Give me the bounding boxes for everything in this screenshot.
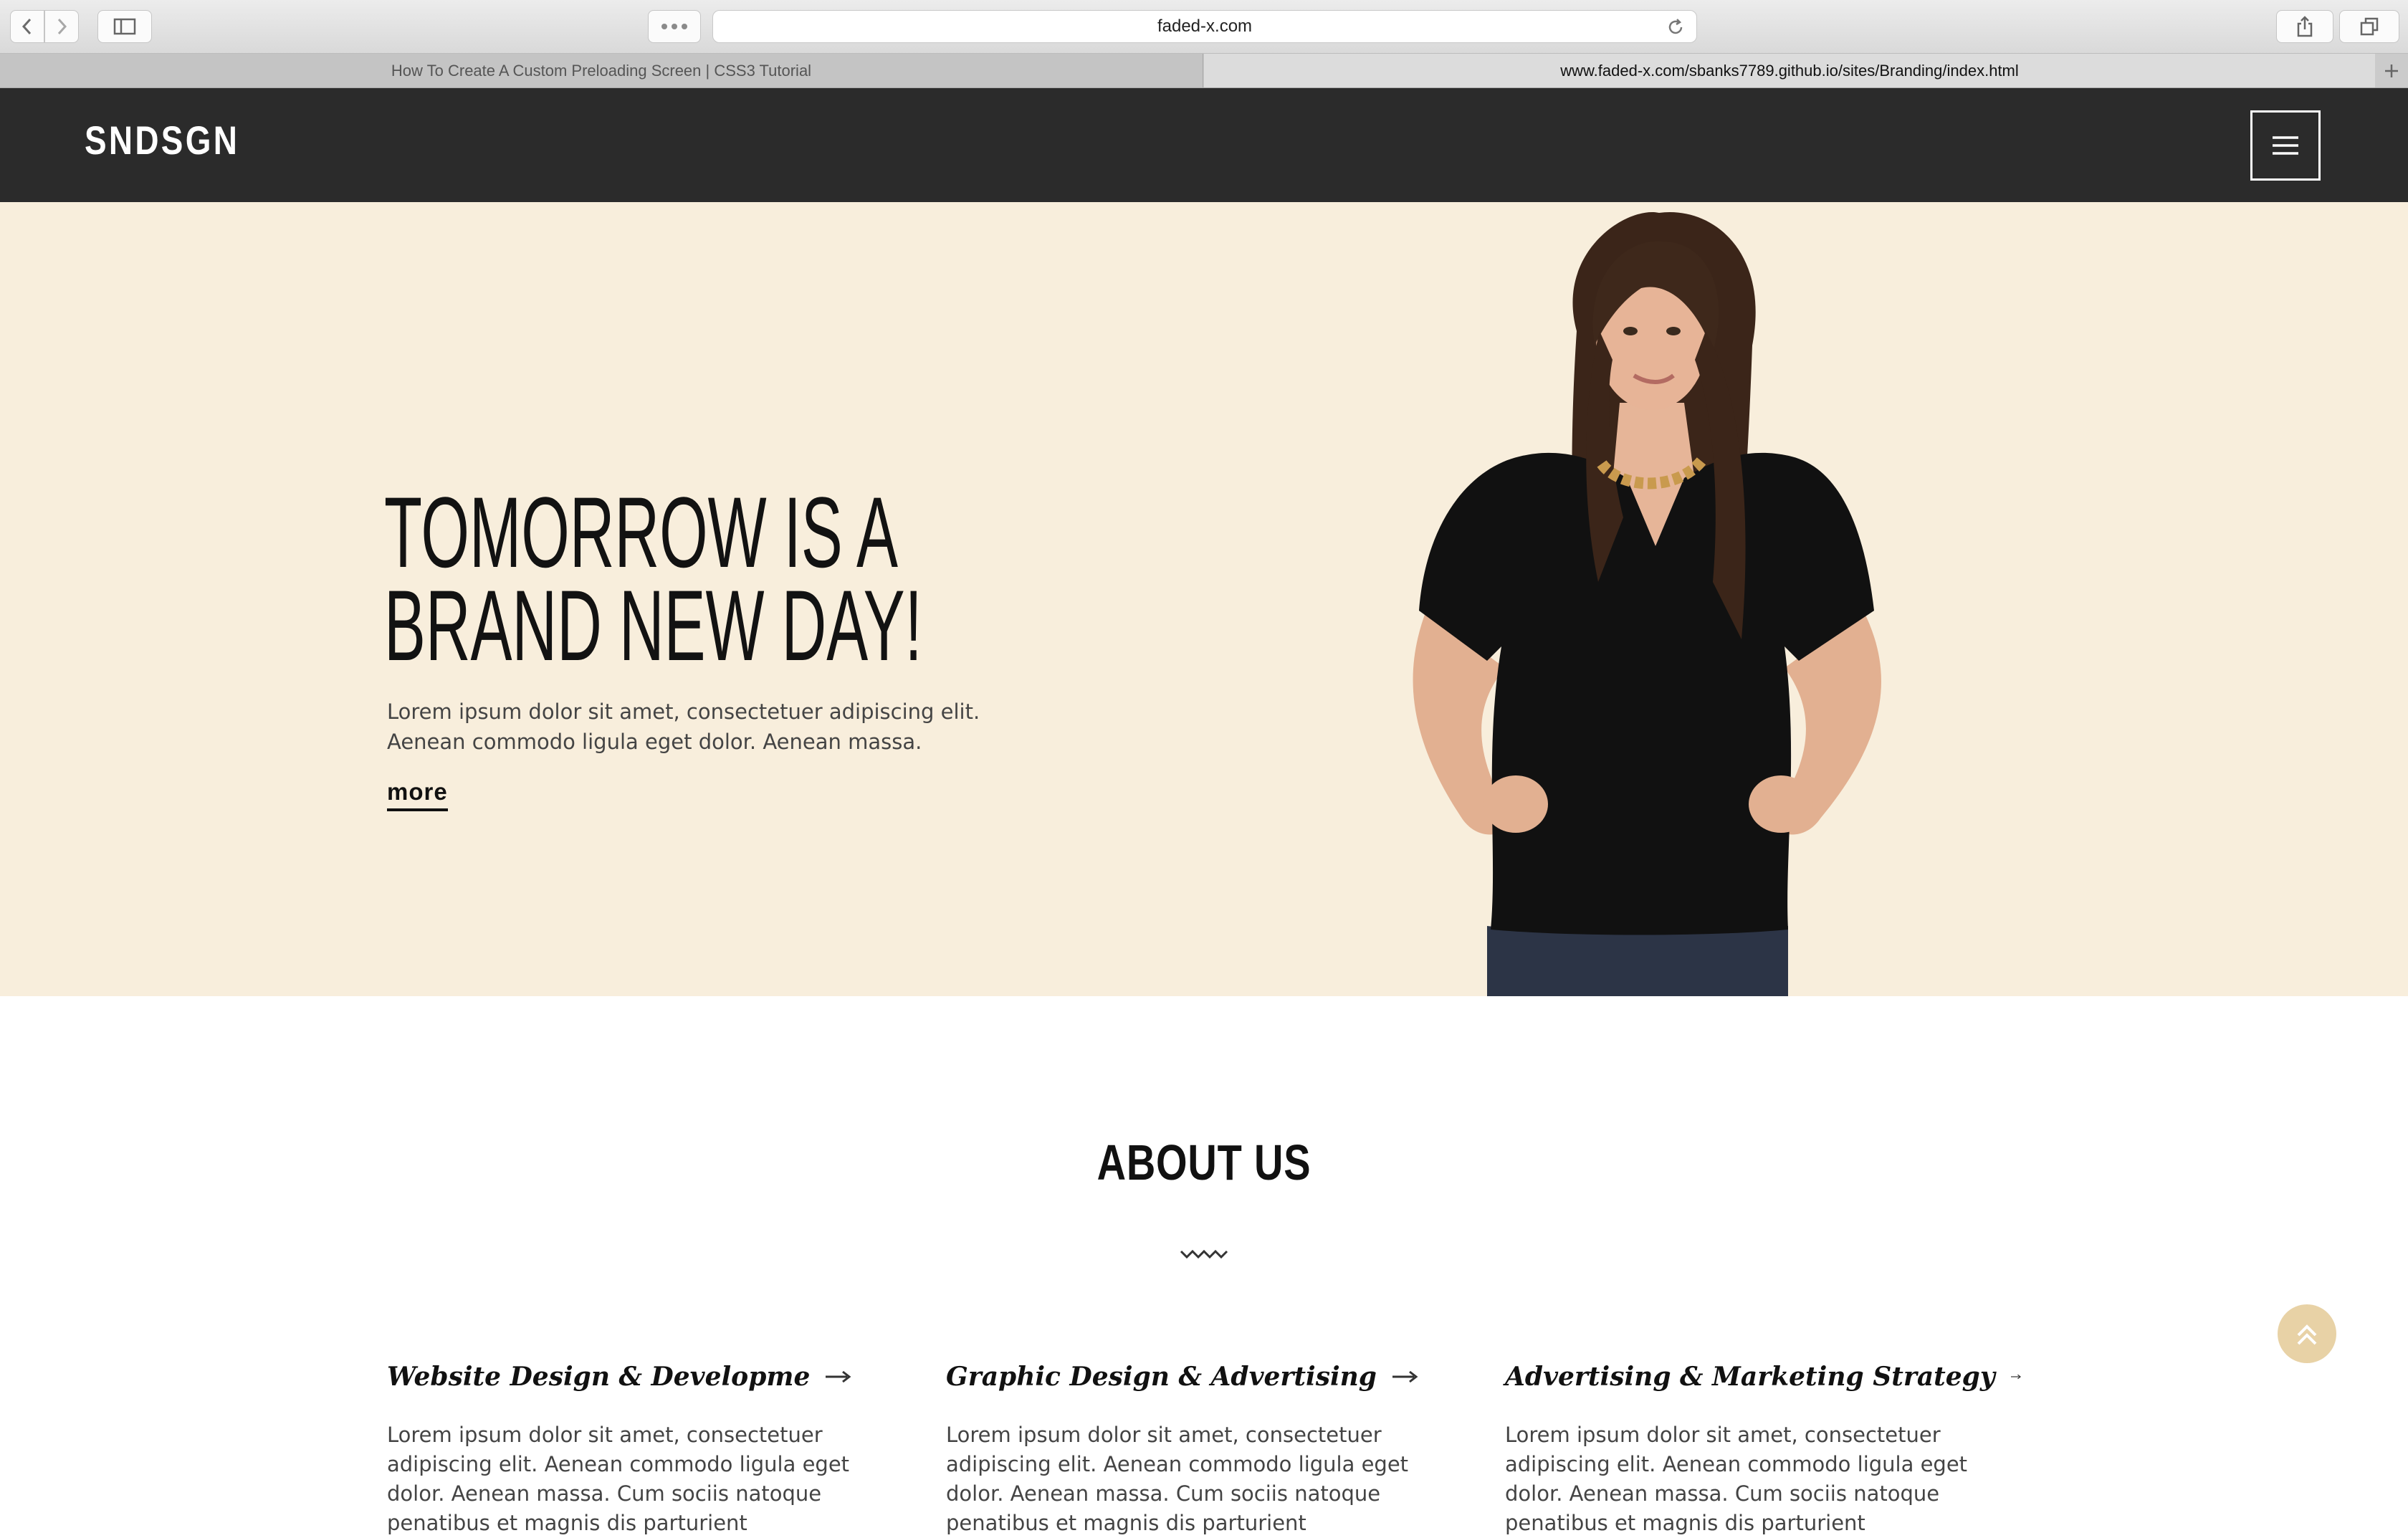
tab-title: www.faded-x.com/sbanks7789.github.io/sit… xyxy=(1560,61,2019,80)
tab-title: How To Create A Custom Preloading Screen… xyxy=(391,61,812,80)
service-title[interactable]: Advertising & Marketing Strategy xyxy=(1505,1362,2021,1392)
share-button[interactable] xyxy=(2276,10,2333,43)
tab-bar: How To Create A Custom Preloading Screen… xyxy=(0,54,2408,88)
browser-toolbar: faded-x.com xyxy=(0,0,2408,54)
arrow-right-icon xyxy=(826,1370,851,1383)
arrow-right-icon xyxy=(2010,1374,2021,1380)
site-logo[interactable]: SNDSGN xyxy=(85,117,239,163)
more-icon xyxy=(661,24,687,29)
back-button[interactable] xyxy=(10,10,44,43)
more-button[interactable] xyxy=(648,10,701,43)
tab-branding-site[interactable]: www.faded-x.com/sbanks7789.github.io/sit… xyxy=(1204,54,2375,87)
menu-button[interactable] xyxy=(2250,110,2321,181)
hero-title-line: TOMORROW IS A xyxy=(384,476,898,588)
hero-model-image xyxy=(1413,211,1881,996)
hero-title-line: BRAND NEW DAY! xyxy=(384,569,922,682)
address-bar[interactable]: faded-x.com xyxy=(712,10,1697,43)
scroll-to-top-button[interactable] xyxy=(2278,1304,2336,1363)
new-tab-button[interactable] xyxy=(2375,54,2408,87)
hero-title: TOMORROW IS A BRAND NEW DAY! xyxy=(384,476,922,682)
forward-icon xyxy=(57,18,67,35)
back-icon xyxy=(22,18,32,35)
site-header: SNDSGN xyxy=(0,88,2408,202)
tabs-overview-icon xyxy=(2360,17,2379,36)
hero-description: Lorem ipsum dolor sit amet, consectetuer… xyxy=(387,699,980,754)
hamburger-icon xyxy=(2273,136,2298,155)
service-graphic-design: Graphic Design & Advertising Lorem ipsum… xyxy=(946,1362,1462,1538)
more-link[interactable]: more xyxy=(387,778,448,811)
sidebar-button[interactable] xyxy=(97,10,152,43)
service-title[interactable]: Website Design & Developme xyxy=(387,1362,903,1392)
reload-icon[interactable] xyxy=(1666,18,1685,37)
service-text: Lorem ipsum dolor sit amet, consectetuer… xyxy=(1505,1423,1968,1535)
address-text: faded-x.com xyxy=(1157,16,1253,36)
new-tab-icon xyxy=(2385,64,2398,77)
service-title-text: Website Design & Developme xyxy=(387,1362,811,1392)
arrow-right-icon xyxy=(1392,1370,1418,1383)
about-title: ABOUT US xyxy=(1096,1135,1312,1190)
service-title[interactable]: Graphic Design & Advertising xyxy=(946,1362,1462,1392)
sidebar-icon xyxy=(113,18,136,35)
squiggle-icon xyxy=(1180,1249,1228,1259)
double-chevron-up-icon xyxy=(2297,1324,2317,1345)
tab-preloading-tutorial[interactable]: How To Create A Custom Preloading Screen… xyxy=(0,54,1203,87)
service-title-text: Graphic Design & Advertising xyxy=(946,1362,1377,1392)
forward-button[interactable] xyxy=(44,10,79,43)
service-text: Lorem ipsum dolor sit amet, consectetuer… xyxy=(387,1423,850,1535)
service-web-design: Website Design & Developme Lorem ipsum d… xyxy=(387,1362,903,1538)
share-icon xyxy=(2297,16,2313,37)
service-title-text: Advertising & Marketing Strategy xyxy=(1505,1362,1995,1392)
tabs-overview-button[interactable] xyxy=(2339,10,2399,43)
service-marketing: Advertising & Marketing Strategy Lorem i… xyxy=(1505,1362,2021,1538)
service-text: Lorem ipsum dolor sit amet, consectetuer… xyxy=(946,1423,1409,1535)
hero-section: TOMORROW IS A BRAND NEW DAY! Lorem ipsum… xyxy=(0,202,2408,996)
